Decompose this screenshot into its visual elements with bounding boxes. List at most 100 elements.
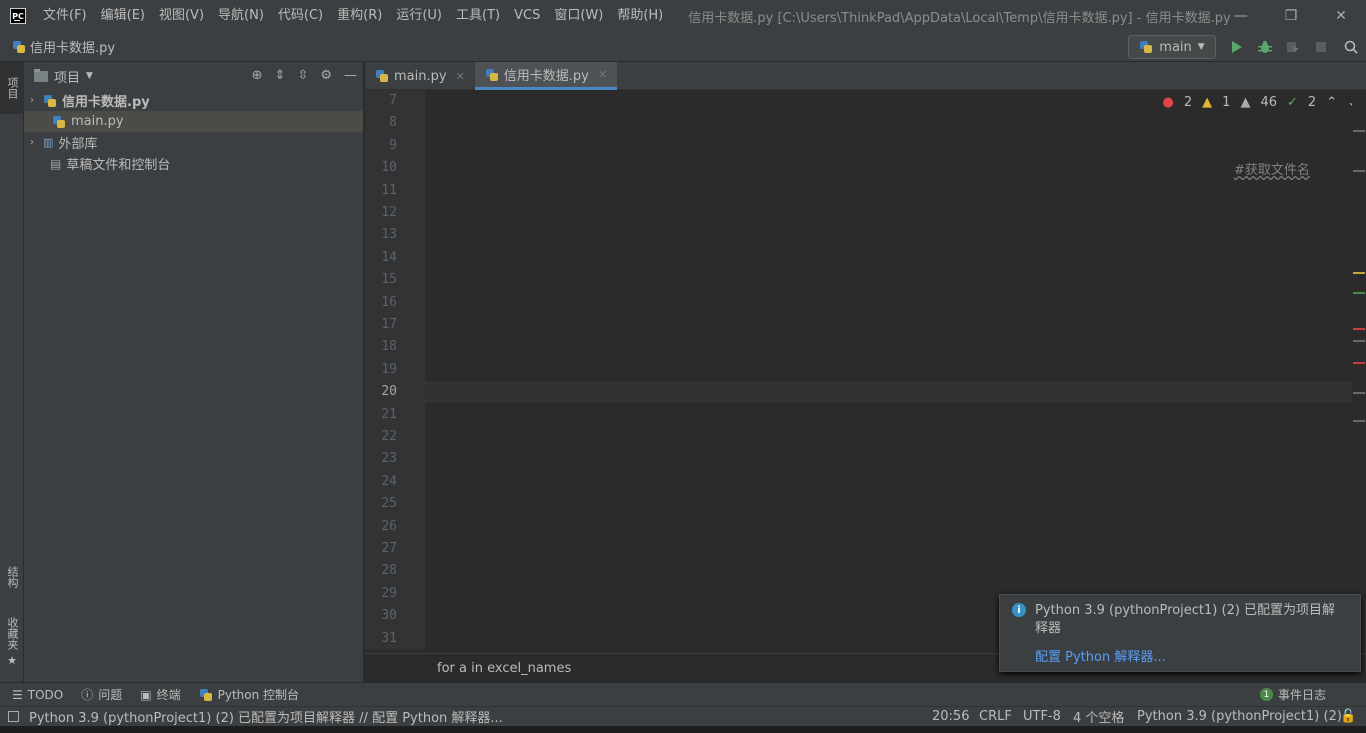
close-icon[interactable]: ✕ xyxy=(598,68,607,81)
terminal-tool-button[interactable]: ▣ 终端 xyxy=(140,686,180,703)
tree-item-main-py[interactable]: main.py xyxy=(24,111,363,132)
chevron-right-icon[interactable]: › xyxy=(30,95,34,106)
menu-help[interactable]: 帮助(H) xyxy=(610,0,670,32)
typo-count: 2 xyxy=(1307,95,1317,110)
structure-tool-tab[interactable]: 结构 xyxy=(0,552,24,602)
line-number: 27 xyxy=(381,541,397,556)
line-number: 18 xyxy=(381,339,397,355)
python-console-icon xyxy=(199,688,213,702)
navigation-bar: 信用卡数据.py main ▼ xyxy=(0,32,1366,62)
chevron-right-icon[interactable]: › xyxy=(30,137,34,148)
code-editor[interactable] xyxy=(433,90,1358,650)
coverage-button[interactable] xyxy=(1284,38,1302,56)
interpreter-selector[interactable]: Python 3.9 (pythonProject1) (2) xyxy=(1137,709,1342,724)
editor-scrollbar[interactable] xyxy=(1352,90,1366,650)
favorites-tool-tab[interactable]: 收藏夹 ★ xyxy=(0,612,24,672)
line-number: 11 xyxy=(381,182,397,198)
tree-item-external-libraries[interactable]: › ▥ 外部库 xyxy=(24,132,363,153)
breadcrumb-label: for a in excel_names xyxy=(437,660,572,676)
os-taskbar xyxy=(0,726,1366,733)
project-panel-title[interactable]: 项目 xyxy=(54,67,80,86)
line-separator[interactable]: CRLF xyxy=(979,709,1012,724)
stop-icon xyxy=(1316,42,1326,52)
configure-interpreter-link[interactable]: 配置 Python 解释器... xyxy=(1035,646,1166,665)
event-log-button[interactable]: 1 事件日志 xyxy=(1259,686,1326,703)
tree-item-credit-file[interactable]: › 信用卡数据.py xyxy=(24,90,363,111)
window-title: 信用卡数据.py [C:\Users\ThinkPad\AppData\Loca… xyxy=(688,10,1231,26)
bug-icon xyxy=(1258,41,1272,53)
scroll-marker xyxy=(1353,170,1365,172)
menu-run[interactable]: 运行(U) xyxy=(389,0,449,32)
run-configuration-select[interactable]: main ▼ xyxy=(1128,35,1216,59)
expand-all-icon[interactable]: ⇕ xyxy=(275,68,286,83)
indent-setting[interactable]: 4 个空格 xyxy=(1073,707,1124,726)
close-icon[interactable]: ✕ xyxy=(456,70,465,83)
status-message[interactable]: Python 3.9 (pythonProject1) (2) 已配置为项目解释… xyxy=(29,707,503,726)
structure-tab-label: 结构 xyxy=(6,566,19,588)
tree-item-scratches[interactable]: ▤ 草稿文件和控制台 xyxy=(24,153,363,174)
error-icon: ● xyxy=(1162,95,1174,110)
python-file-icon xyxy=(52,115,66,129)
problems-tool-button[interactable]: ⓘ 问题 xyxy=(81,686,122,703)
warning-count: 1 xyxy=(1222,95,1231,110)
stop-button[interactable] xyxy=(1312,38,1330,56)
search-everywhere-button[interactable] xyxy=(1342,38,1360,56)
project-tool-tab[interactable]: 项目 xyxy=(0,62,24,114)
menu-navigate[interactable]: 导航(N) xyxy=(211,0,271,32)
scroll-marker xyxy=(1353,328,1365,330)
coverage-icon xyxy=(1287,42,1299,52)
debug-button[interactable] xyxy=(1256,38,1274,56)
favorites-tab-label: 收藏夹 xyxy=(6,617,19,650)
line-number: 7 xyxy=(389,93,397,108)
menu-vcs[interactable]: VCS xyxy=(507,0,547,32)
tab-label: 信用卡数据.py xyxy=(503,69,589,84)
line-number: 22 xyxy=(381,429,397,444)
gear-icon[interactable]: ⚙ xyxy=(320,68,332,83)
typo-check-icon: ✓ xyxy=(1287,95,1298,110)
tab-label: main.py xyxy=(394,68,447,84)
todo-tool-button[interactable]: ☰ TODO xyxy=(12,688,63,702)
menu-edit[interactable]: 编辑(E) xyxy=(94,0,152,32)
python-file-icon xyxy=(1139,40,1153,54)
chevron-down-icon: ▼ xyxy=(1197,42,1205,52)
python-file-icon xyxy=(12,40,26,54)
caret-position[interactable]: 20:56 xyxy=(932,709,969,724)
chevron-up-icon[interactable]: ⌃ xyxy=(1326,95,1337,110)
tool-button-label: Python 控制台 xyxy=(217,688,300,702)
locate-icon[interactable]: ⊕ xyxy=(252,68,263,83)
restore-button[interactable]: ❐ xyxy=(1266,0,1316,32)
scroll-marker xyxy=(1353,420,1365,422)
minimize-button[interactable]: — xyxy=(1216,0,1266,32)
library-icon: ▥ xyxy=(43,136,54,149)
line-number: 17 xyxy=(381,317,397,332)
collapse-all-icon[interactable]: ⇳ xyxy=(297,68,308,83)
nav-breadcrumb-file[interactable]: 信用卡数据.py xyxy=(12,37,115,56)
scroll-marker xyxy=(1353,272,1365,274)
hide-icon[interactable]: — xyxy=(344,68,357,83)
file-encoding[interactable]: UTF-8 xyxy=(1023,709,1061,724)
tree-item-label: 信用卡数据.py xyxy=(62,95,150,110)
line-number: 16 xyxy=(381,294,397,310)
scroll-marker xyxy=(1353,292,1365,294)
line-number: 29 xyxy=(381,585,397,601)
chevron-down-icon[interactable]: ▼ xyxy=(86,71,93,81)
menu-refactor[interactable]: 重构(R) xyxy=(330,0,389,32)
tree-item-label: 草稿文件和控制台 xyxy=(66,158,171,173)
menu-view[interactable]: 视图(V) xyxy=(152,0,211,32)
status-toggle-icon[interactable] xyxy=(8,711,19,722)
menu-tools[interactable]: 工具(T) xyxy=(449,0,507,32)
editor-tabs: main.py ✕ 信用卡数据.py ✕ xyxy=(365,62,1366,90)
warning-icon: ▲ xyxy=(1202,95,1213,110)
menu-window[interactable]: 窗口(W) xyxy=(547,0,610,32)
close-window-button[interactable]: ✕ xyxy=(1316,0,1366,32)
lock-icon[interactable]: 🔓 xyxy=(1340,709,1356,724)
menu-code[interactable]: 代码(C) xyxy=(271,0,330,32)
menu-file[interactable]: 文件(F) xyxy=(36,0,94,32)
python-console-tool-button[interactable]: Python 控制台 xyxy=(199,686,299,703)
tool-button-label: TODO xyxy=(27,687,64,702)
inspection-widget[interactable]: ●2 ▲1 ▲46 ✓2 ⌃ ⌄ xyxy=(1163,95,1358,110)
tab-credit-data-py[interactable]: 信用卡数据.py ✕ xyxy=(474,62,618,90)
tab-main-py[interactable]: main.py ✕ xyxy=(365,62,475,90)
line-number: 24 xyxy=(381,473,397,489)
run-button[interactable] xyxy=(1228,38,1246,56)
